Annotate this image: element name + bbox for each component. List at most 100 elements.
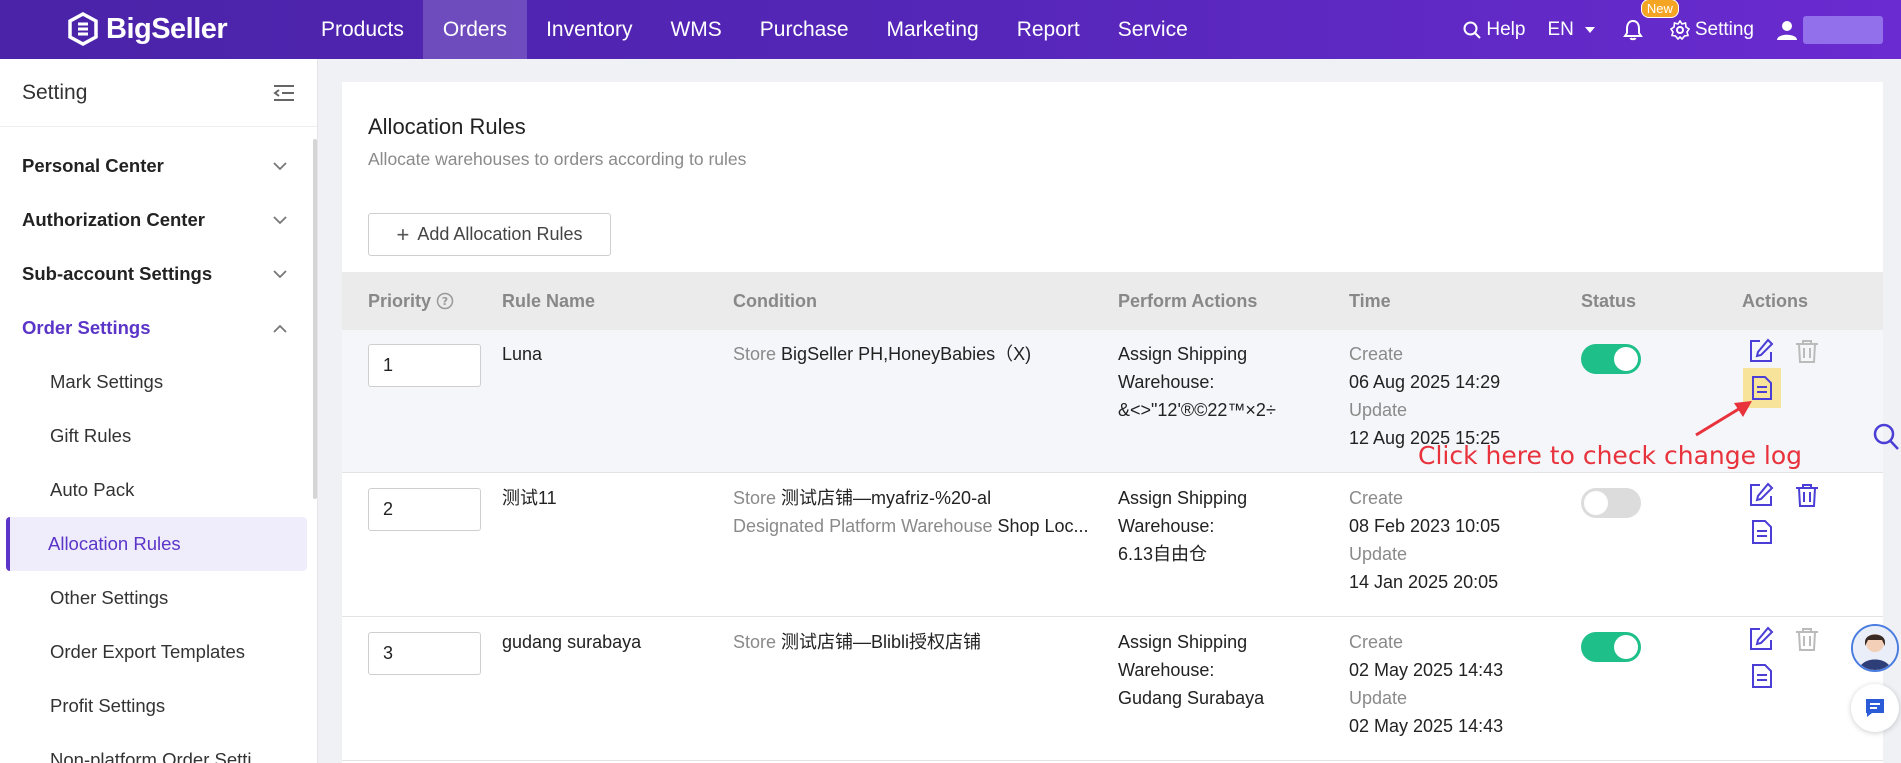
sidebar-item-non-platform-order-settings[interactable]: Non-platform Order Setti... [6,733,307,763]
sidebar-item-profit-settings[interactable]: Profit Settings [6,679,307,733]
column-actions: Actions [1742,290,1809,311]
change-log-icon[interactable] [1749,519,1775,545]
column-rule-name: Rule Name [502,290,596,311]
action-line: Assign Shipping [1118,488,1248,508]
change-log-icon[interactable] [1749,663,1775,689]
action-line: Warehouse: [1118,660,1215,680]
floating-search-icon[interactable] [1872,422,1900,452]
gear-icon [1669,19,1690,40]
table-row: 3 gudang surabaya Store 测试店铺—Blibli授权店铺 … [342,618,1883,761]
condition-store: Store BigSeller PH,HoneyBabies（X) [733,340,1031,368]
sidebar-item-other-settings[interactable]: Other Settings [6,571,307,625]
create-time: 06 Aug 2025 14:29 [1349,372,1501,392]
sidebar-menu: Personal Center Authorization Center Sub… [0,127,317,763]
priority-input[interactable]: 3 [368,632,481,675]
create-time: 08 Feb 2023 10:05 [1349,516,1501,536]
status-toggle[interactable] [1581,488,1641,518]
status-toggle[interactable] [1581,344,1641,374]
chevron-up-icon [273,324,287,333]
perform-actions: Assign Shipping Warehouse: Gudang Suraba… [1118,628,1264,712]
update-label: Update [1349,400,1408,420]
edit-icon[interactable] [1748,626,1774,652]
column-time: Time [1349,290,1391,311]
status-toggle[interactable] [1581,632,1641,662]
collapse-menu-icon[interactable] [273,84,295,102]
search-icon [1463,21,1482,39]
caret-down-icon [1584,26,1595,33]
settings-sidebar: Setting Personal Center Authorization Ce… [0,59,318,763]
annotation-arrow-icon [1695,401,1752,437]
rule-name: Luna [502,344,543,364]
nav-orders[interactable]: Orders [422,0,528,59]
create-label: Create [1349,344,1404,364]
condition-value: BigSeller PH,HoneyBabies（X) [781,344,1032,364]
notifications-button[interactable]: New [1622,0,1679,41]
action-line: Warehouse: [1118,516,1215,536]
edit-icon[interactable] [1748,482,1774,508]
sidebar-item-auto-pack[interactable]: Auto Pack [6,463,307,517]
help-circle-icon[interactable]: ? [436,292,454,310]
sidebar-group-order-settings[interactable]: Order Settings [0,301,317,355]
action-warehouse: &<>"12'®©22™×2÷ [1118,400,1276,420]
nav-products[interactable]: Products [302,0,423,59]
create-time: 02 May 2025 14:43 [1349,660,1504,680]
action-line: Assign Shipping [1118,632,1248,652]
chat-button[interactable] [1851,684,1899,732]
rule-name: gudang surabaya [502,632,642,652]
delete-icon[interactable] [1794,482,1820,508]
condition-key: Store [733,488,777,508]
chat-icon [1866,699,1884,717]
chevron-down-icon [273,269,287,278]
nav-inventory[interactable]: Inventory [527,0,651,59]
condition-info: Store 测试店铺—myafriz-%20-al Designated Pla… [733,484,1089,540]
create-label: Create [1349,488,1404,508]
setting-link[interactable]: Setting [1669,19,1754,41]
brand-logo[interactable]: BigSeller [66,12,228,46]
delete-icon[interactable] [1794,626,1820,652]
condition-store: Store 测试店铺—Blibli授权店铺 [733,628,981,656]
help-label: Help [1486,18,1526,40]
help-link[interactable]: Help [1463,19,1525,41]
support-avatar[interactable] [1851,624,1899,672]
sidebar-item-order-export-templates[interactable]: Order Export Templates [6,625,307,679]
perform-actions: Assign Shipping Warehouse: &<>"12'®©22™×… [1118,340,1276,424]
condition-value: 测试店铺—myafriz-%20-al [781,488,992,508]
action-line: Warehouse: [1118,372,1215,392]
priority-input[interactable]: 2 [368,488,481,531]
update-label: Update [1349,688,1408,708]
nav-service[interactable]: Service [1099,0,1207,59]
condition-key: Designated Platform Warehouse [733,516,993,536]
page-subtitle: Allocate warehouses to orders according … [368,149,747,169]
action-line: Assign Shipping [1118,344,1248,364]
user-menu[interactable] [1776,15,1901,44]
sidebar-group-sub-account-settings[interactable]: Sub-account Settings [0,247,317,301]
sidebar-group-personal-center[interactable]: Personal Center [0,139,317,193]
sidebar-item-allocation-rules[interactable]: Allocation Rules [6,517,307,571]
update-time: 14 Jan 2025 20:05 [1349,572,1499,592]
priority-input[interactable]: 1 [368,344,481,387]
sidebar-title: Setting [22,80,88,104]
table-header: Priority ? Rule Name Condition Perform A… [342,272,1883,330]
condition-value: Shop Loc... [997,516,1089,536]
condition-value: 测试店铺—Blibli授权店铺 [781,632,982,652]
sidebar-item-mark-settings[interactable]: Mark Settings [6,355,307,409]
sidebar-group-label: Personal Center [22,155,164,176]
sidebar-scrollbar[interactable] [313,139,317,499]
delete-icon[interactable] [1794,338,1820,364]
edit-icon[interactable] [1748,338,1774,364]
nav-wms[interactable]: WMS [651,0,740,59]
main-content: Allocation Rules Allocate warehouses to … [342,82,1883,763]
create-label: Create [1349,632,1404,652]
nav-report[interactable]: Report [998,0,1099,59]
perform-actions: Assign Shipping Warehouse: 6.13自由仓 [1118,484,1247,568]
nav-marketing[interactable]: Marketing [868,0,998,59]
language-select[interactable]: EN [1547,19,1600,41]
username-redacted [1803,15,1883,44]
sidebar-item-gift-rules[interactable]: Gift Rules [6,409,307,463]
svg-text:?: ? [442,295,448,308]
page-title: Allocation Rules [368,114,526,139]
add-allocation-rules-button[interactable]: + Add Allocation Rules [368,213,611,256]
nav-purchase[interactable]: Purchase [741,0,868,59]
sidebar-group-authorization-center[interactable]: Authorization Center [0,193,317,247]
plus-icon: + [396,221,410,247]
